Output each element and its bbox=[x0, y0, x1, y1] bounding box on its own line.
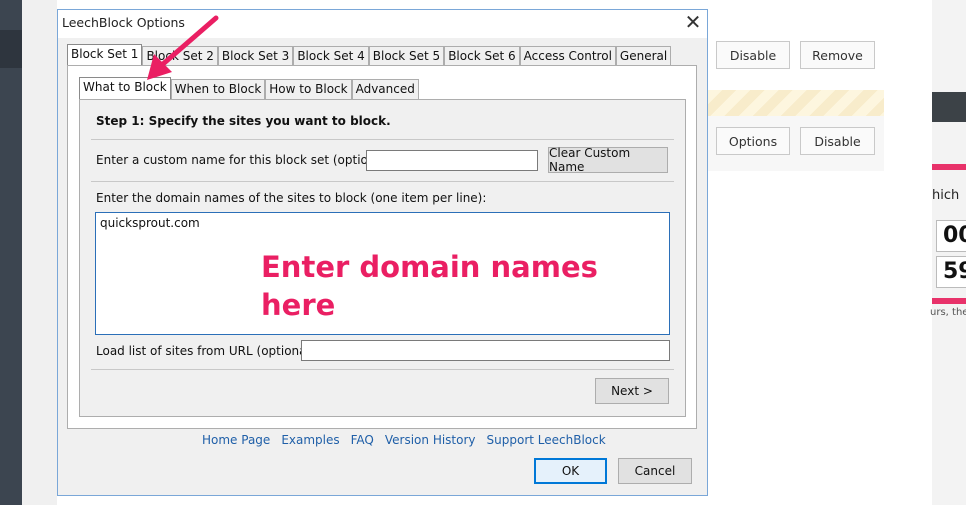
support-link[interactable]: Support LeechBlock bbox=[487, 433, 606, 447]
background-disable-button-2[interactable]: Disable bbox=[800, 127, 875, 155]
url-label: Load list of sites from URL (optional): bbox=[96, 344, 319, 358]
background-right-column bbox=[932, 0, 966, 505]
version-history-link[interactable]: Version History bbox=[385, 433, 476, 447]
cancel-button[interactable]: Cancel bbox=[618, 458, 692, 484]
right-panel-caption: urs, the bbox=[930, 307, 966, 318]
tab-access-control[interactable]: Access Control bbox=[519, 46, 616, 66]
tab-block-set-6[interactable]: Block Set 6 bbox=[444, 46, 520, 66]
tab-block-set-4[interactable]: Block Set 4 bbox=[293, 46, 369, 66]
background-warning-stripe bbox=[708, 90, 884, 116]
separator bbox=[91, 369, 674, 370]
custom-name-label: Enter a custom name for this block set (… bbox=[96, 153, 395, 167]
tab-what-to-block[interactable]: What to Block bbox=[79, 77, 171, 100]
sites-url-input[interactable] bbox=[301, 340, 670, 361]
tab-block-set-3[interactable]: Block Set 3 bbox=[217, 46, 294, 66]
block-options-tabs: What to Block When to Block How to Block… bbox=[79, 77, 419, 100]
background-remove-button[interactable]: Remove bbox=[800, 41, 875, 69]
right-panel-accent-bar-2 bbox=[932, 298, 966, 304]
tab-block-set-5[interactable]: Block Set 5 bbox=[368, 46, 445, 66]
background-options-button[interactable]: Options bbox=[716, 127, 790, 155]
tab-advanced[interactable]: Advanced bbox=[351, 79, 419, 99]
home-page-link[interactable]: Home Page bbox=[202, 433, 270, 447]
background-sidebar bbox=[0, 0, 22, 505]
background-sidebar-band bbox=[0, 30, 22, 68]
tab-block-set-2[interactable]: Block Set 2 bbox=[142, 46, 218, 66]
right-panel-text: hich bbox=[932, 188, 960, 203]
right-panel-counter-1: 00 bbox=[936, 220, 966, 252]
tab-general[interactable]: General bbox=[615, 46, 672, 66]
tab-block-set-1[interactable]: Block Set 1 bbox=[67, 44, 143, 67]
custom-name-input[interactable] bbox=[366, 150, 538, 171]
background-disable-button[interactable]: Disable bbox=[716, 41, 790, 69]
dialog-titlebar: LeechBlock Options ✕ bbox=[58, 10, 707, 38]
right-panel-header bbox=[932, 92, 966, 122]
background-gutter bbox=[22, 0, 57, 505]
right-panel-accent-bar bbox=[932, 164, 966, 170]
separator bbox=[91, 139, 674, 140]
clear-custom-name-button[interactable]: Clear Custom Name bbox=[548, 146, 668, 174]
tab-when-to-block[interactable]: When to Block bbox=[170, 79, 266, 99]
block-set-tabs: Block Set 1 Block Set 2 Block Set 3 Bloc… bbox=[67, 44, 672, 67]
right-panel-counter-2: 59 bbox=[936, 256, 966, 288]
annotation-text: Enter domain names here bbox=[261, 250, 598, 322]
leechblock-options-dialog: LeechBlock Options ✕ Block Set 1 Block S… bbox=[57, 9, 708, 496]
next-button[interactable]: Next > bbox=[595, 378, 669, 404]
dialog-title: LeechBlock Options bbox=[62, 15, 185, 30]
ok-button[interactable]: OK bbox=[534, 458, 607, 484]
examples-link[interactable]: Examples bbox=[281, 433, 339, 447]
faq-link[interactable]: FAQ bbox=[351, 433, 374, 447]
domains-label: Enter the domain names of the sites to b… bbox=[96, 191, 487, 205]
separator bbox=[91, 181, 674, 182]
step-title: Step 1: Specify the sites you want to bl… bbox=[96, 114, 391, 128]
footer-links: Home Page Examples FAQ Version History S… bbox=[202, 433, 606, 447]
tab-how-to-block[interactable]: How to Block bbox=[265, 79, 352, 99]
close-icon[interactable]: ✕ bbox=[682, 12, 704, 34]
